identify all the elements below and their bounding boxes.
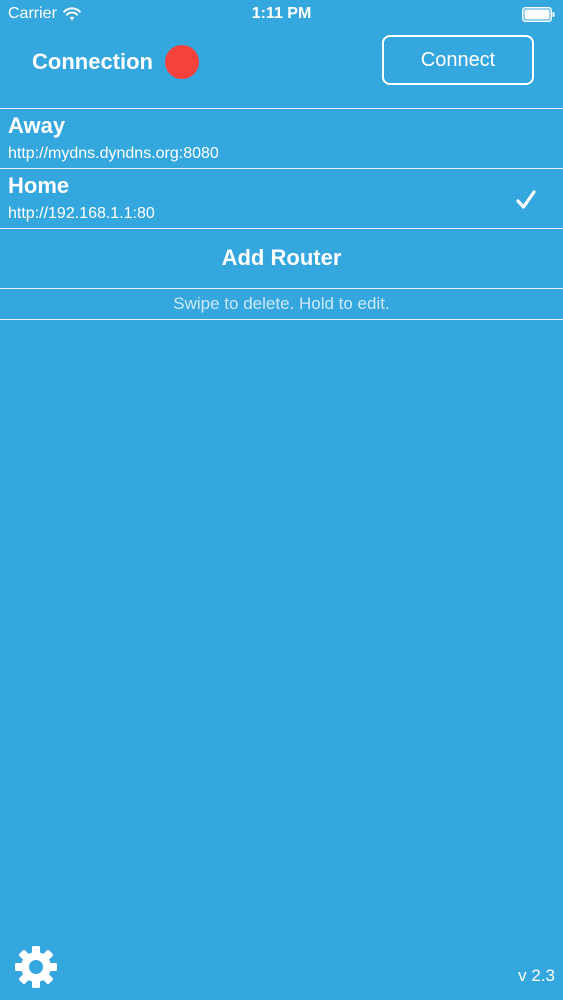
router-url: http://192.168.1.1:80 xyxy=(8,205,155,222)
connection-header: Connection Connect xyxy=(0,30,563,107)
version-label: v 2.3 xyxy=(518,966,555,985)
checkmark-icon xyxy=(516,190,536,209)
router-row-home[interactable]: Home http://192.168.1.1:80 xyxy=(0,169,563,227)
connect-button[interactable]: Connect xyxy=(382,35,534,85)
router-name: Home xyxy=(8,173,70,198)
router-row-away[interactable]: Away http://mydns.dyndns.org:8080 xyxy=(0,109,563,167)
connection-status-indicator xyxy=(165,45,199,79)
router-name: Away xyxy=(8,113,66,138)
add-router-button[interactable]: Add Router xyxy=(0,229,563,287)
hint-text: Swipe to delete. Hold to edit. xyxy=(173,294,390,313)
status-time: 1:11 PM xyxy=(251,5,312,22)
router-url: http://mydns.dyndns.org:8080 xyxy=(8,145,219,162)
gear-icon[interactable] xyxy=(13,944,59,990)
status-bar: Carrier 1:11 PM xyxy=(0,0,563,30)
battery-icon xyxy=(522,7,555,22)
divider xyxy=(0,319,563,320)
connection-label: Connection xyxy=(32,49,153,74)
